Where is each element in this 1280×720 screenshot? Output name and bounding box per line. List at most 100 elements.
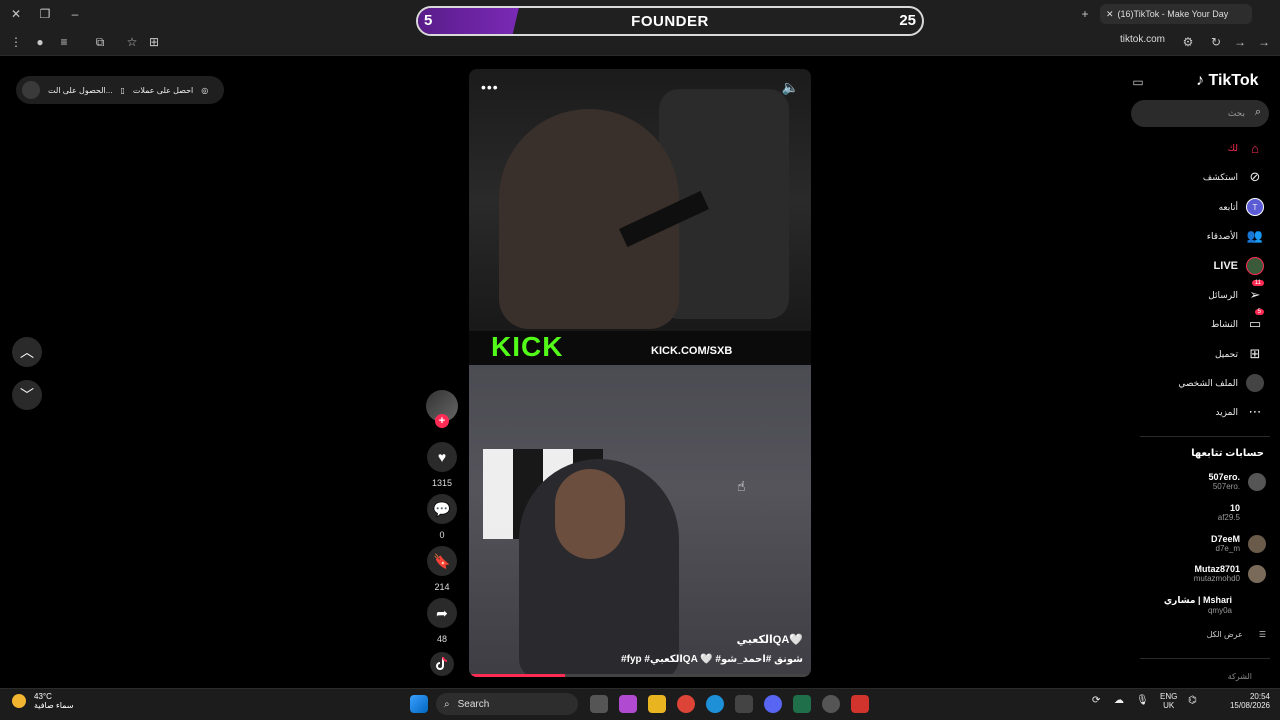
tray-network-icon[interactable]: ☁: [1114, 695, 1132, 713]
chrome-icon[interactable]: [677, 695, 695, 713]
sidebar-item-foryou[interactable]: لك ⌂: [1228, 139, 1264, 157]
follow-plus-icon[interactable]: +: [435, 414, 449, 428]
close-tab-icon[interactable]: ✕: [1106, 9, 1114, 20]
sidebar-item-more[interactable]: المزيد ⋯: [1215, 403, 1264, 421]
tray-app-icon[interactable]: ⟳: [1092, 695, 1110, 713]
previous-video-button[interactable]: ︿: [12, 337, 42, 367]
promo-secondary-label[interactable]: الحصول على الت...: [48, 86, 112, 95]
bookmark-star-icon[interactable]: ☆: [124, 34, 140, 50]
app-icon[interactable]: [851, 695, 869, 713]
second-person-face: [555, 469, 625, 559]
search-icon: ⌕: [444, 698, 450, 710]
sidebar-item-friends[interactable]: الأصدقاء 👥: [1207, 227, 1264, 245]
share-action[interactable]: ➦ 48: [427, 598, 457, 644]
account-item[interactable]: 10 af29.5: [1218, 503, 1266, 522]
share-icon[interactable]: ➦: [427, 598, 457, 628]
like-action[interactable]: ♥ 1315: [427, 442, 457, 488]
reading-list-icon[interactable]: ≡: [56, 34, 72, 50]
sidebar-item-label: النشاط: [1210, 318, 1238, 329]
sidebar-item-label: أتابعه: [1218, 201, 1238, 212]
minimize-window-icon[interactable]: –: [67, 6, 83, 22]
account-item[interactable]: Mutaz8701 mutazmohd0: [1194, 564, 1266, 583]
restore-window-icon[interactable]: ❐: [37, 6, 53, 22]
search-input[interactable]: بحث ⌕: [1131, 100, 1269, 127]
back-icon[interactable]: →: [1256, 34, 1272, 50]
sidebar-item-following[interactable]: أتابعه T: [1219, 198, 1264, 216]
bookmark-icon[interactable]: 🔖: [427, 546, 457, 576]
sidebar-divider: [1140, 436, 1270, 437]
volume-icon[interactable]: 🔈: [782, 79, 799, 96]
weather-widget[interactable]: 43°C سماء صافية: [12, 692, 74, 710]
user-avatar: [22, 81, 40, 99]
tiktok-logo[interactable]: ♪ TikTok: [1196, 72, 1259, 90]
install-app-icon[interactable]: ⊞: [146, 34, 162, 50]
address-bar[interactable]: tiktok.com: [1120, 34, 1165, 45]
windows-start-icon[interactable]: [410, 695, 428, 713]
tiktok-note-icon: ♪: [1196, 72, 1204, 89]
search-icon[interactable]: ⌕: [1255, 106, 1261, 119]
kick-logo: KICK: [491, 331, 564, 362]
compass-icon: ⊘: [1249, 169, 1261, 184]
account-username: qmy0a: [1207, 606, 1232, 615]
settings-icon[interactable]: [822, 695, 840, 713]
profile-avatar-icon[interactable]: ●: [32, 34, 48, 50]
store-icon[interactable]: [735, 695, 753, 713]
new-tab-icon[interactable]: +: [1077, 6, 1093, 22]
account-avatar: [1248, 504, 1266, 522]
video-player[interactable]: KICK KICK.COM/SXB ••• 🔈 الكعبيQA🤍 #fyp #…: [469, 69, 811, 677]
video-caption[interactable]: #fyp #الكعبيQA 🤍 #شونق #احمد_شو: [621, 654, 803, 665]
discord-icon[interactable]: [764, 695, 782, 713]
account-avatar: [1248, 534, 1266, 553]
sidebar-item-messages[interactable]: الرسائل ➢ 11: [1208, 280, 1264, 304]
sidebar-item-label: LIVE: [1213, 260, 1238, 272]
language-region: UK: [1163, 701, 1175, 710]
copilot-icon[interactable]: [619, 695, 637, 713]
promo-primary-label[interactable]: احصل على عملات: [133, 86, 193, 95]
save-action[interactable]: 🔖 214: [427, 546, 457, 592]
video-progress-bar[interactable]: [469, 674, 811, 677]
reload-icon[interactable]: ↻: [1208, 34, 1224, 50]
account-username: d7e_m: [1215, 544, 1240, 553]
following-avatar-icon: T: [1246, 198, 1264, 216]
forward-icon[interactable]: →: [1232, 34, 1248, 50]
sidebar-item-upload[interactable]: تحميل ⊞: [1215, 345, 1264, 363]
account-item[interactable]: D7eeM d7e_m: [1211, 534, 1266, 553]
company-link[interactable]: الشركة: [1228, 672, 1252, 681]
sidebar-item-activity[interactable]: النشاط ▭ 5: [1210, 309, 1264, 333]
browser-tab[interactable]: ✕ (16)TikTok - Make Your Day: [1100, 4, 1252, 24]
sidebar-item-live[interactable]: LIVE: [1214, 257, 1264, 275]
wifi-icon[interactable]: ⌬: [1188, 695, 1206, 713]
video-author[interactable]: الكعبيQA🤍: [737, 633, 803, 646]
comment-icon[interactable]: 💬: [427, 494, 457, 524]
chevron-up-icon: ︿: [20, 344, 34, 360]
account-item[interactable]: 507ero. 507ero.: [1208, 472, 1266, 491]
profile-icon: [1246, 374, 1264, 392]
sidebar-item-label: الملف الشخصي: [1178, 377, 1238, 388]
close-window-icon[interactable]: ✕: [8, 6, 24, 22]
site-settings-icon[interactable]: ⚙: [1180, 34, 1196, 50]
system-clock[interactable]: 20:54 15/08/2026: [1224, 692, 1270, 710]
task-view-icon[interactable]: [590, 695, 608, 713]
collapse-sidebar-icon[interactable]: ▭: [1130, 74, 1146, 90]
tiktok-sound-icon[interactable]: [430, 652, 454, 676]
comment-action[interactable]: 💬 0: [427, 494, 457, 540]
menu-icon[interactable]: ⋮: [8, 34, 24, 50]
taskbar-search[interactable]: ⌕ Search: [436, 693, 578, 715]
language-indicator[interactable]: ENG UK: [1160, 692, 1177, 710]
account-item[interactable]: مشاري | Mshari qmy0a: [1164, 595, 1232, 615]
next-video-button[interactable]: ﹀: [12, 380, 42, 410]
following-accounts-title: حسابات تتابعها: [1191, 448, 1264, 459]
heart-icon[interactable]: ♥: [427, 442, 457, 472]
edge-icon[interactable]: [706, 695, 724, 713]
mouse-cursor-icon: ☝: [737, 478, 746, 494]
extensions-icon[interactable]: ⧉: [92, 34, 108, 50]
show-all-link[interactable]: عرض الكل ☰: [1207, 630, 1266, 639]
show-all-label: عرض الكل: [1206, 630, 1243, 639]
sidebar-item-explore[interactable]: استكشف ⊘: [1203, 168, 1264, 186]
sidebar-item-profile[interactable]: الملف الشخصي: [1178, 374, 1264, 392]
excel-icon[interactable]: [793, 695, 811, 713]
microphone-icon[interactable]: 🎙: [1136, 695, 1154, 713]
video-more-options-icon[interactable]: •••: [481, 79, 499, 95]
file-explorer-icon[interactable]: [648, 695, 666, 713]
coins-promo-pill[interactable]: الحصول على الت... ▯ احصل على عملات ◎: [16, 76, 224, 104]
